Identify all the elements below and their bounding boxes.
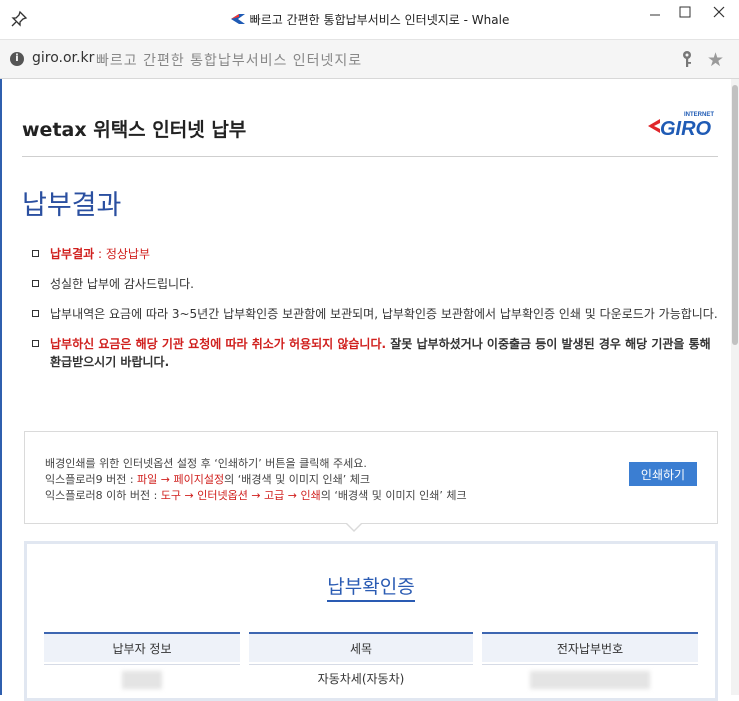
note-cancel-policy: 납부하신 요금은 해당 기관 요청에 따라 취소가 허용되지 않습니다. 잘못 …	[32, 335, 722, 371]
bullet-icon	[32, 340, 39, 347]
note-thanks-text: 성실한 납부에 감사드립니다.	[50, 277, 194, 291]
giro-logo: INTERNET GIRO	[648, 112, 714, 137]
print-line-3: 익스플로러8 이하 버전 : 도구 → 인터넷옵션 → 고급 → 인쇄의 ‘배경…	[45, 489, 467, 502]
note-result-status: 납부결과 : 정상납부	[32, 245, 722, 263]
page-content: wetax 위택스 인터넷 납부 INTERNET GIRO 납부결과 납부결과…	[0, 79, 739, 701]
payment-certificate: 납부확인증 납부자 정보 세목 전자납부번호 자동차세(자동차)	[24, 541, 718, 701]
print-instructions-box: 배경인쇄를 위한 인터넷옵션 설정 후 ‘인쇄하기’ 버튼을 클릭해 주세요. …	[24, 431, 718, 524]
giro-favicon-icon	[230, 14, 245, 24]
header-divider	[22, 156, 718, 157]
bullet-icon	[32, 310, 39, 317]
page-scrollbar[interactable]	[731, 79, 739, 695]
note-result-label: 납부결과	[50, 247, 95, 261]
cell-payer-redacted	[44, 664, 240, 692]
certificate-title: 납부확인증	[27, 572, 715, 602]
url-page-title: 빠르고 간편한 통합납부서비스 인터넷지로	[96, 53, 363, 69]
close-button[interactable]	[706, 4, 732, 24]
giro-logo-main-text: GIRO	[660, 118, 712, 137]
column-header-tax-item: 세목	[249, 632, 473, 662]
print-button[interactable]: 인쇄하기	[629, 462, 697, 486]
print-line-1: 배경인쇄를 위한 인터넷옵션 설정 후 ‘인쇄하기’ 버튼을 클릭해 주세요.	[45, 457, 367, 470]
note-retention: 납부내역은 요금에 따라 3~5년간 납부확인증 보관함에 보관되며, 납부확인…	[32, 305, 722, 323]
print-instructions-text: 배경인쇄를 위한 인터넷옵션 설정 후 ‘인쇄하기’ 버튼을 클릭해 주세요. …	[45, 456, 467, 504]
note-thanks: 성실한 납부에 감사드립니다.	[32, 275, 722, 293]
column-header-payer: 납부자 정보	[44, 632, 240, 662]
url-domain: giro.or.kr	[32, 50, 95, 66]
bookmark-star-icon[interactable]: ★	[707, 49, 724, 71]
note-result-value: 정상납부	[105, 247, 151, 261]
window-titlebar: 빠르고 간편한 통합납부서비스 인터넷지로 - Whale	[0, 0, 739, 40]
key-icon[interactable]	[680, 50, 694, 68]
column-header-epay-number: 전자납부번호	[482, 632, 698, 662]
print-line-3-path: 도구 → 인터넷옵션 → 고급 → 인쇄	[160, 489, 321, 502]
result-notes: 납부결과 : 정상납부 성실한 납부에 감사드립니다. 납부내역은 요금에 따라…	[32, 245, 722, 383]
bullet-icon	[32, 280, 39, 287]
window-title: 빠르고 간편한 통합납부서비스 인터넷지로 - Whale	[0, 11, 739, 28]
site-info-icon[interactable]: i	[10, 52, 24, 66]
print-line-2-path: 파일 → 페이지설정	[137, 473, 225, 486]
note-result-sep: :	[94, 247, 106, 261]
bullet-icon	[32, 250, 39, 257]
note-retention-text: 납부내역은 요금에 따라 3~5년간 납부확인증 보관함에 보관되며, 납부확인…	[50, 307, 718, 321]
scrollbar-thumb[interactable]	[732, 85, 738, 345]
cell-tax-item: 자동차세(자동차)	[249, 664, 473, 692]
note-cancel-warning: 납부하신 요금은 해당 기관 요청에 따라 취소가 허용되지 않습니다.	[50, 337, 387, 351]
result-heading: 납부결과	[22, 190, 122, 221]
callout-pointer	[346, 522, 362, 530]
redacted-block	[122, 670, 162, 689]
redacted-block	[530, 670, 650, 689]
maximize-button[interactable]	[672, 4, 698, 24]
print-line-2: 익스플로러9 버전 : 파일 → 페이지설정의 ‘배경색 및 이미지 인쇄’ 체…	[45, 473, 371, 486]
window-title-text: 빠르고 간편한 통합납부서비스 인터넷지로 - Whale	[249, 13, 510, 27]
minimize-button[interactable]	[642, 4, 668, 24]
site-header-title: wetax 위택스 인터넷 납부	[22, 119, 247, 141]
address-bar[interactable]: i giro.or.kr 빠르고 간편한 통합납부서비스 인터넷지로 ★	[0, 40, 739, 79]
cell-epay-number-redacted	[482, 664, 698, 692]
